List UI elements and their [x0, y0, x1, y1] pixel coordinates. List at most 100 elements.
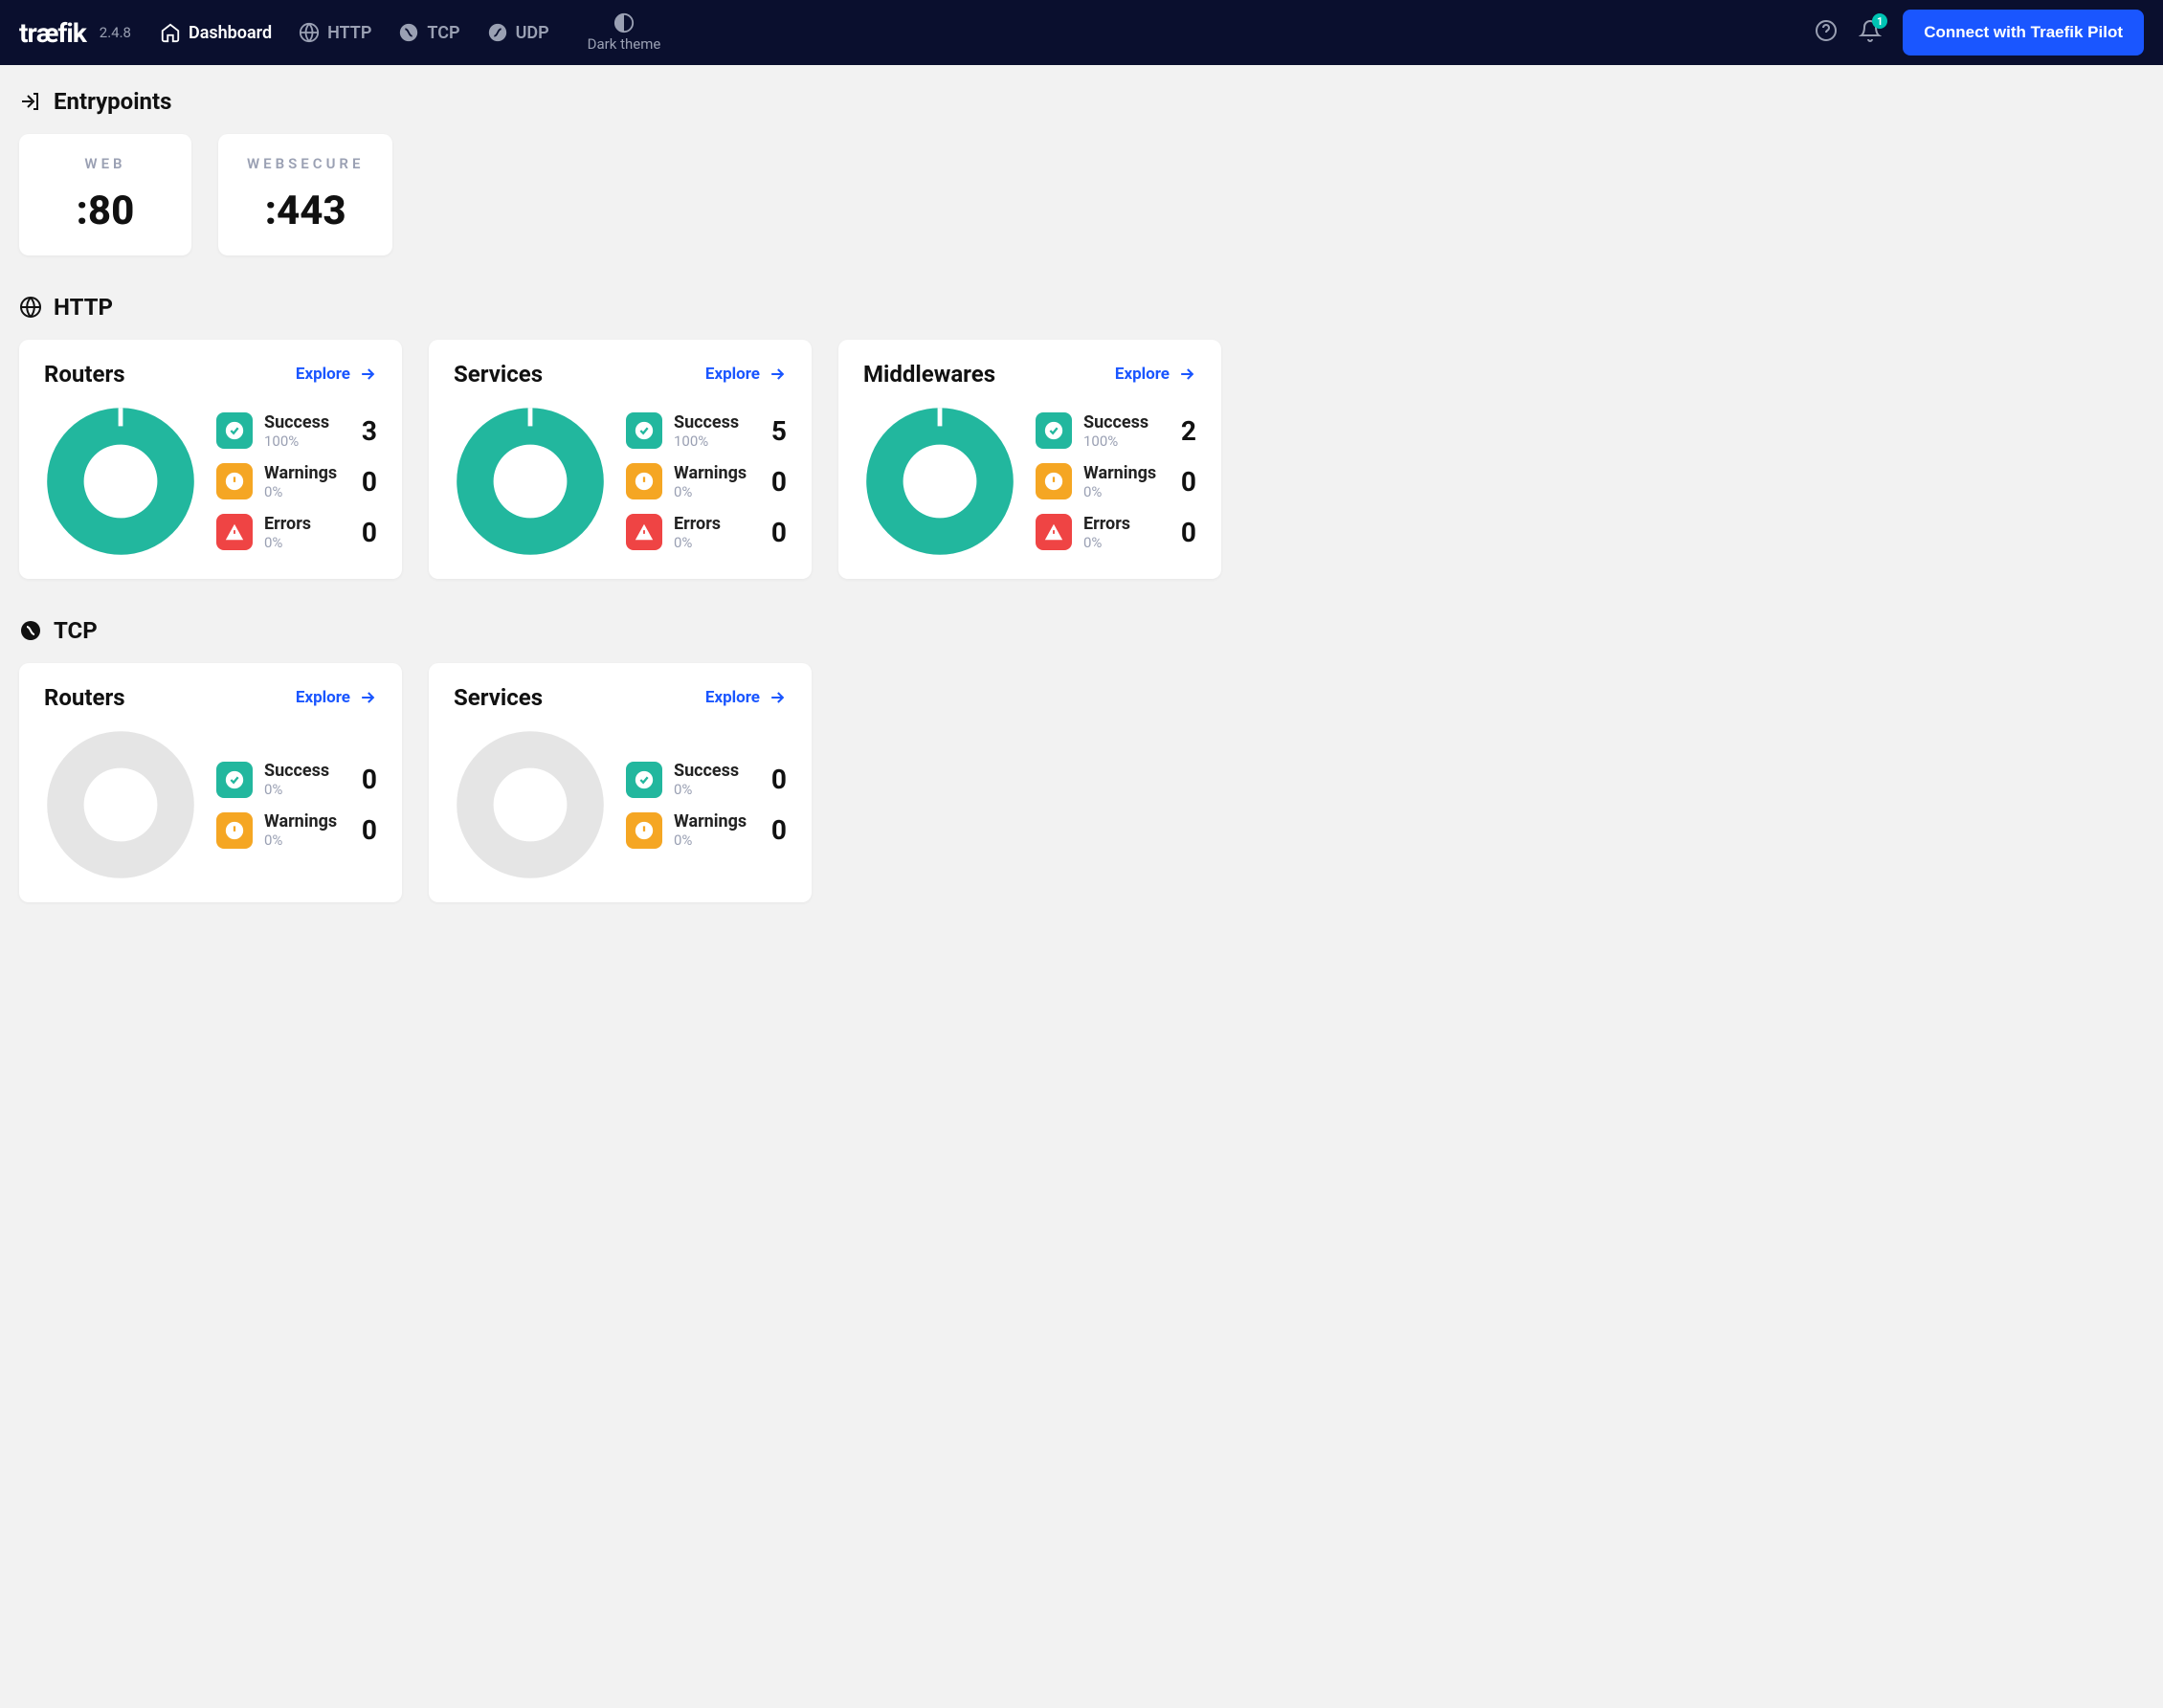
card-title: Middlewares [863, 361, 995, 388]
warning-icon [216, 812, 253, 849]
warning-icon [216, 463, 253, 499]
legend-pct: 0% [674, 832, 752, 849]
nav-http[interactable]: HTTP [299, 22, 371, 43]
tcp-icon [19, 619, 42, 642]
legend-label: Warnings [674, 463, 752, 483]
nav-label: Dashboard [189, 23, 272, 43]
error-icon [626, 514, 662, 550]
card-title: Routers [44, 361, 125, 388]
legend-count: 0 [354, 814, 377, 846]
donut-chart [44, 405, 197, 558]
check-icon [216, 412, 253, 449]
arrow-right-icon [358, 365, 377, 384]
theme-label: Dark theme [588, 35, 661, 53]
legend-count: 0 [1173, 517, 1196, 548]
theme-toggle[interactable]: Dark theme [588, 12, 661, 53]
explore-label: Explore [296, 688, 350, 707]
explore-link[interactable]: Explore [705, 688, 787, 707]
help-icon [1815, 19, 1838, 42]
legend-pct: 0% [1083, 534, 1162, 551]
tcp-icon [398, 22, 419, 43]
legend-label: Errors [1083, 514, 1162, 534]
legend-label: Success [1083, 412, 1162, 433]
legend-pct: 0% [264, 781, 343, 798]
explore-link[interactable]: Explore [705, 365, 787, 384]
header-actions: 1 Connect with Traefik Pilot [1815, 10, 2144, 55]
legend-success: Success0% 0 [216, 761, 377, 798]
check-icon [626, 412, 662, 449]
card-title: Services [454, 361, 543, 388]
legend-label: Warnings [674, 811, 752, 832]
contrast-icon [613, 12, 635, 33]
entrypoint-name: WEBSECURE [247, 155, 364, 172]
legend-count: 3 [354, 415, 377, 447]
explore-label: Explore [1115, 365, 1170, 384]
legend-label: Errors [674, 514, 752, 534]
notification-badge: 1 [1872, 13, 1887, 29]
nav-dashboard[interactable]: Dashboard [160, 22, 272, 43]
warning-icon [1036, 463, 1072, 499]
legend-count: 5 [764, 415, 787, 447]
legend-pct: 0% [264, 832, 343, 849]
explore-label: Explore [705, 365, 760, 384]
top-bar: træfik 2.4.8 Dashboard HTTP TCP UDP [0, 0, 2163, 65]
version-label: 2.4.8 [100, 24, 131, 41]
legend-errors: Errors0% 0 [1036, 514, 1196, 551]
legend: Success100% 2 Warnings 0% 0 Errors0% 0 [1036, 412, 1196, 551]
entrypoint-name: WEB [48, 155, 163, 172]
legend-label: Warnings [264, 811, 343, 832]
help-button[interactable] [1815, 19, 1838, 46]
legend: Success100% 3 Warnings0% 0 Errors0% 0 [216, 412, 377, 551]
card-title: Routers [44, 684, 125, 711]
entrypoint-port: :443 [247, 188, 364, 234]
check-icon [1036, 412, 1072, 449]
entrypoint-card[interactable]: WEB :80 [19, 134, 191, 255]
nav-udp[interactable]: UDP [487, 22, 549, 43]
entrypoint-cards: WEB :80WEBSECURE :443 [19, 134, 2144, 255]
legend-label: Warnings [1083, 463, 1162, 483]
logo: træfik [19, 17, 86, 49]
legend-pct: 100% [264, 433, 343, 450]
notifications-button[interactable]: 1 [1859, 19, 1882, 46]
nav-tcp[interactable]: TCP [398, 22, 459, 43]
arrow-right-icon [768, 688, 787, 707]
http-cards: Routers Explore Success100% 3 Warnings0%… [19, 340, 2144, 579]
section-title-text: HTTP [54, 294, 113, 321]
legend-success: Success100% 2 [1036, 412, 1196, 450]
legend-count: 0 [354, 764, 377, 795]
legend-label: Success [674, 761, 752, 781]
legend-warnings: Warnings0% 0 [626, 463, 787, 500]
legend-count: 0 [764, 466, 787, 498]
check-icon [626, 762, 662, 798]
legend-count: 0 [354, 466, 377, 498]
error-icon [1036, 514, 1072, 550]
explore-link[interactable]: Explore [1115, 365, 1196, 384]
udp-icon [487, 22, 508, 43]
legend-pct: 0% [264, 534, 343, 551]
warning-icon [626, 463, 662, 499]
legend: Success100% 5 Warnings0% 0 Errors0% 0 [626, 412, 787, 551]
stat-card: Middlewares Explore Success100% 2 Warnin… [838, 340, 1221, 579]
nav-label: TCP [427, 23, 459, 43]
entrypoint-card[interactable]: WEBSECURE :443 [218, 134, 392, 255]
stat-card: Services Explore Success0% 0 Warnings0% … [429, 663, 812, 902]
legend-errors: Errors0% 0 [626, 514, 787, 551]
error-icon [216, 514, 253, 550]
connect-pilot-button[interactable]: Connect with Traefik Pilot [1903, 10, 2144, 55]
legend-label: Success [674, 412, 752, 433]
legend-warnings: Warnings0% 0 [1036, 463, 1196, 500]
legend-warnings: Warnings0% 0 [216, 463, 377, 500]
explore-link[interactable]: Explore [296, 688, 377, 707]
legend-success: Success100% 3 [216, 412, 377, 450]
stat-card: Services Explore Success100% 5 Warnings0… [429, 340, 812, 579]
legend-warnings: Warnings0% 0 [626, 811, 787, 849]
globe-icon [19, 296, 42, 319]
entrypoints-section: Entrypoints WEB :80WEBSECURE :443 [19, 88, 2144, 255]
legend: Success0% 0 Warnings0% 0 [216, 761, 377, 849]
section-title-entrypoints: Entrypoints [19, 88, 2144, 115]
legend-count: 0 [1173, 466, 1196, 498]
explore-link[interactable]: Explore [296, 365, 377, 384]
explore-label: Explore [705, 688, 760, 707]
globe-icon [299, 22, 320, 43]
section-title-http: HTTP [19, 294, 2144, 321]
